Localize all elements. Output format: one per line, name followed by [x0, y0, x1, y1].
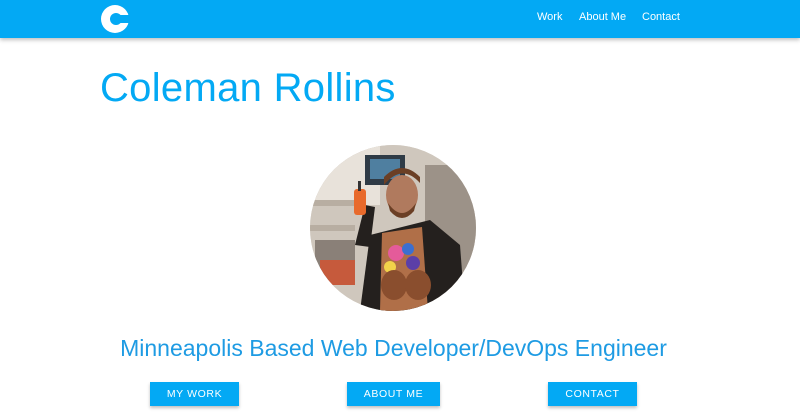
- about-me-button[interactable]: ABOUT ME: [347, 382, 440, 406]
- main-content: Coleman Rollins Minneapolis Based Web De…: [0, 38, 800, 420]
- nav-link-about-me[interactable]: About Me: [579, 11, 626, 23]
- contact-button[interactable]: CONTACT: [548, 382, 637, 406]
- page-title: Coleman Rollins: [100, 66, 396, 110]
- my-work-button[interactable]: MY WORK: [150, 382, 239, 406]
- c-logo-icon[interactable]: [99, 3, 134, 35]
- top-navbar: Work About Me Contact: [0, 0, 800, 38]
- profile-photo: [310, 145, 476, 311]
- tagline: Minneapolis Based Web Developer/DevOps E…: [120, 335, 667, 361]
- nav-link-contact[interactable]: Contact: [642, 11, 680, 23]
- nav-link-work[interactable]: Work: [537, 11, 562, 23]
